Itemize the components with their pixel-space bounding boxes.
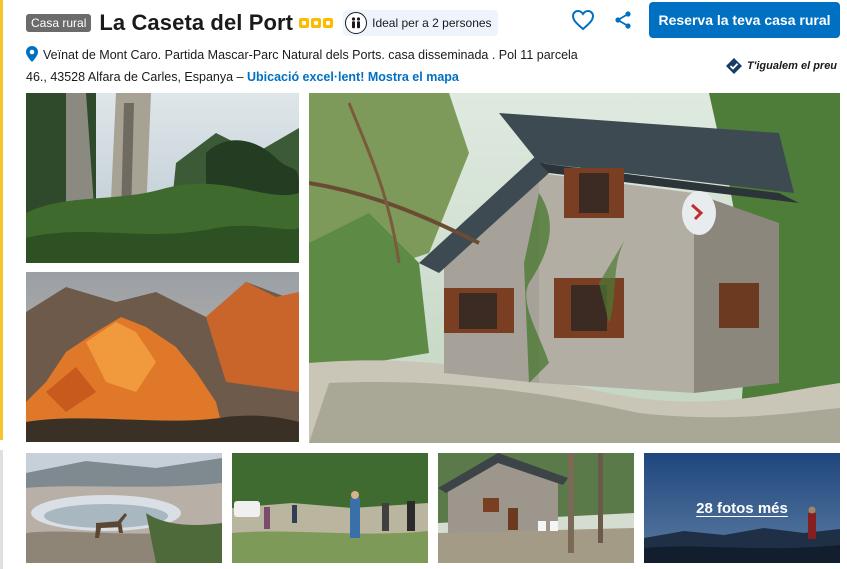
heart-icon[interactable] [571,9,595,31]
stone-house-photo [309,93,840,443]
hikers-group-photo [232,453,428,563]
forest-pines-photo [26,93,299,263]
couple-icon [345,12,368,34]
ideal-for-label: Ideal per a 2 persones [372,16,492,30]
left-accent-bar [0,0,3,440]
house-terrace-photo [438,453,634,563]
rating-square-icon [311,18,322,28]
ideal-for-badge: Ideal per a 2 persones [343,10,498,36]
rating-squares [299,18,334,28]
gallery-photo-forest[interactable] [26,93,299,263]
price-match[interactable]: T'igualem el preu [726,58,837,74]
more-photos-overlay[interactable]: 28 fotos més [644,453,840,563]
gallery-more-photos[interactable]: 28 fotos més [644,453,840,563]
gallery-photo-hikers[interactable] [232,453,428,563]
left-divider-bar [0,450,3,569]
property-title: La Caseta del Port [99,10,294,35]
rating-square-icon [323,18,334,28]
rating-square-icon [299,18,310,28]
property-type-badge: Casa rural [26,14,92,32]
mountain-ibex-pond-photo [26,453,222,563]
gallery-photo-main-house[interactable] [309,93,840,443]
price-match-label: T'igualem el preu [747,60,838,72]
property-header: Casa rural La Caseta del Port Ideal per … [26,8,498,38]
orange-cliffs-sunset-photo [26,272,299,442]
reserve-button[interactable]: Reserva la teva casa rural [649,2,840,38]
location-pin-icon [26,46,38,62]
share-icon[interactable] [613,10,633,30]
gallery-photo-terrace[interactable] [438,453,634,563]
gallery-photo-ibex[interactable] [26,453,222,563]
show-map-link[interactable]: Ubicació excel·lent! Mostra el mapa [247,70,459,84]
gallery-photo-cliffs[interactable] [26,272,299,442]
more-photos-label[interactable]: 28 fotos més [696,500,788,517]
address-line: Veïnat de Mont Caro. Partida Mascar-Parc… [26,44,586,88]
price-match-icon [726,58,742,74]
